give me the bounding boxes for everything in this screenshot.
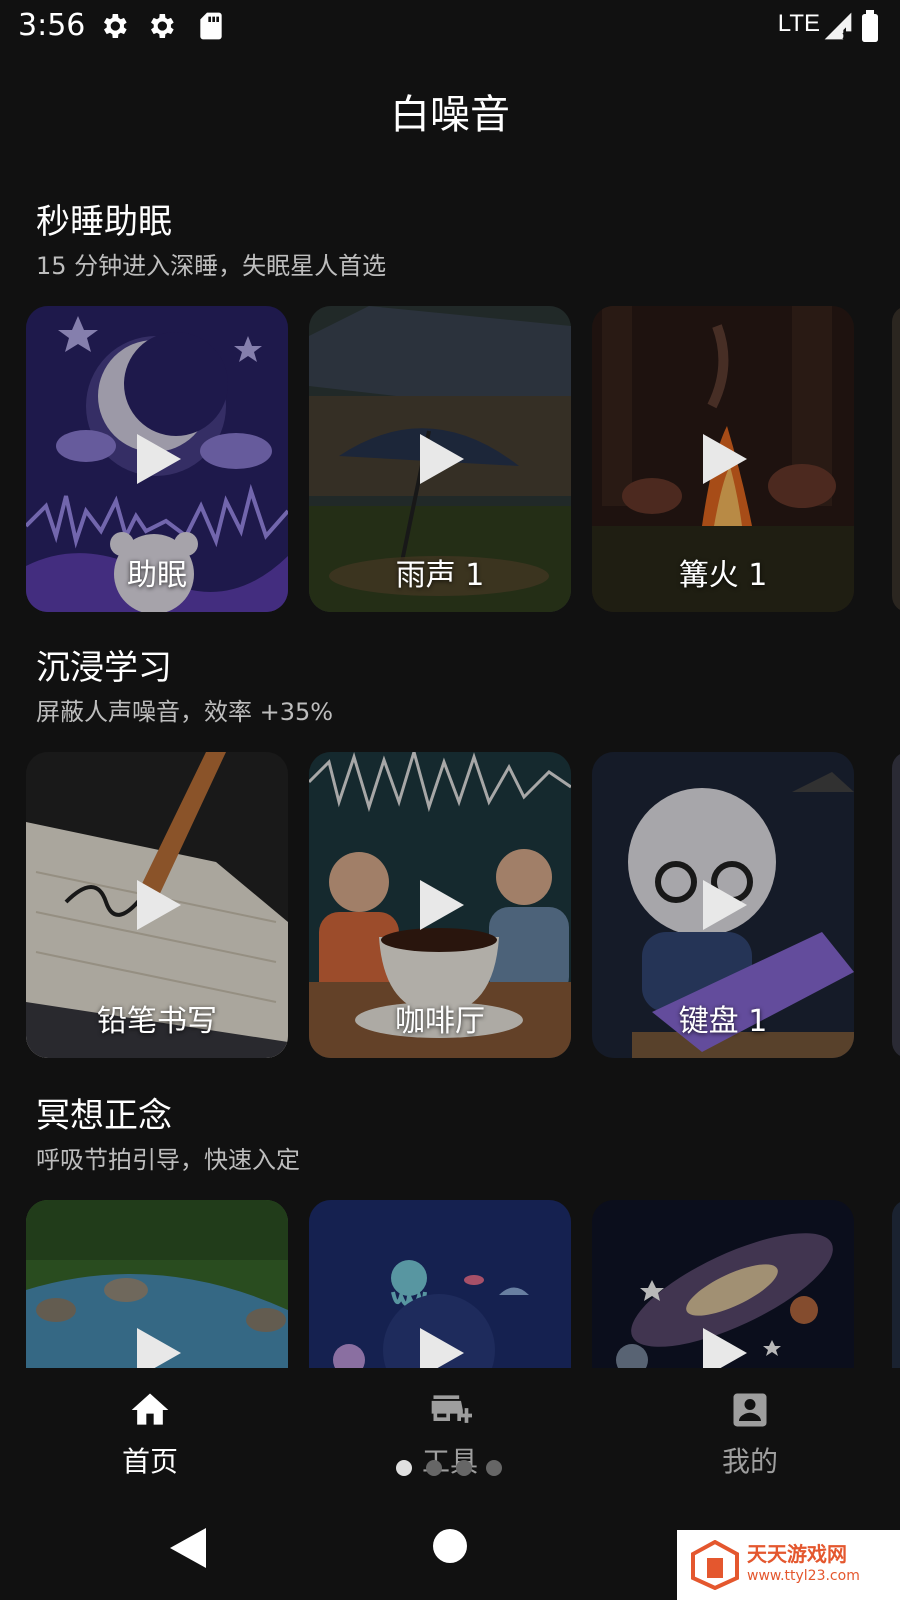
nav-item-home[interactable]: 首页 xyxy=(40,1368,260,1486)
nav-label-mine: 我的 xyxy=(721,1445,778,1478)
nav-item-mine[interactable]: 我的 xyxy=(640,1368,860,1486)
sound-card-keyboard[interactable]: 键盘 1 xyxy=(592,752,854,1058)
play-icon[interactable] xyxy=(137,434,181,484)
section-subtitle-sleep: 15 分钟进入深睡，失眠星人首选 xyxy=(36,252,387,280)
section-title-meditation: 冥想正念 xyxy=(36,1096,172,1136)
store-add-icon xyxy=(431,1395,472,1423)
play-icon[interactable] xyxy=(703,880,747,930)
gear-icon xyxy=(151,14,174,38)
gear-icon xyxy=(104,14,127,38)
page-indicator xyxy=(396,1460,506,1476)
card-label: 助眠 xyxy=(127,558,187,593)
back-icon[interactable] xyxy=(170,1528,206,1568)
watermark-url: www.ttyl23.com xyxy=(747,1568,860,1584)
page-dot xyxy=(426,1460,442,1476)
play-icon[interactable] xyxy=(137,1328,181,1368)
card-peek xyxy=(892,752,900,1058)
card-label: 篝火 1 xyxy=(678,558,768,593)
section-title-sleep: 秒睡助眠 xyxy=(36,202,172,242)
card-row-sleep[interactable]: 助眠 雨声 1 篝火 1 xyxy=(26,306,900,612)
page-dot xyxy=(486,1460,502,1476)
sound-card-sleep[interactable]: 助眠 xyxy=(26,306,288,612)
nav-label-home: 首页 xyxy=(121,1445,178,1478)
sound-card-cafe[interactable]: 咖啡厅 xyxy=(309,752,571,1058)
page-dot xyxy=(456,1460,472,1476)
account-box-icon xyxy=(733,1393,767,1427)
watermark-text: 天天游戏网 xyxy=(747,1542,847,1566)
play-icon[interactable] xyxy=(703,1328,747,1368)
home-icon xyxy=(131,1393,169,1425)
status-time: 3:56 xyxy=(18,8,86,43)
play-icon[interactable] xyxy=(703,434,747,484)
page-dot-active xyxy=(396,1460,412,1476)
home-circle-icon[interactable] xyxy=(432,1528,468,1564)
card-peek xyxy=(892,1200,900,1368)
card-row-meditation[interactable] xyxy=(26,1200,900,1368)
card-label: 键盘 1 xyxy=(678,1004,768,1039)
section-title-study: 沉浸学习 xyxy=(36,648,172,688)
signal-icon xyxy=(824,12,852,41)
sound-card-galaxy[interactable] xyxy=(592,1200,854,1368)
page-title: 白噪音 xyxy=(390,92,510,138)
sound-card-campfire[interactable]: 篝火 1 xyxy=(592,306,854,612)
card-label: 铅笔书写 xyxy=(97,1004,217,1039)
status-bar: 3:56 LTE xyxy=(0,0,900,52)
card-peek xyxy=(892,306,900,612)
play-icon[interactable] xyxy=(420,434,464,484)
section-subtitle-study: 屏蔽人声噪音，效率 +35% xyxy=(36,698,334,726)
sound-card-stream[interactable] xyxy=(26,1200,288,1368)
play-icon[interactable] xyxy=(420,880,464,930)
network-type: LTE xyxy=(777,10,820,37)
battery-icon xyxy=(862,10,878,42)
sound-card-pencil[interactable]: 铅笔书写 xyxy=(26,752,288,1058)
watermark-logo-icon xyxy=(691,1540,739,1590)
watermark: 天天游戏网 www.ttyl23.com xyxy=(677,1530,900,1600)
sound-card-rain[interactable]: 雨声 1 xyxy=(309,306,571,612)
play-icon[interactable] xyxy=(420,1328,464,1368)
section-subtitle-meditation: 呼吸节拍引导，快速入定 xyxy=(36,1146,300,1174)
sound-card-ocean[interactable] xyxy=(309,1200,571,1368)
card-row-study[interactable]: 铅笔书写 咖啡厅 键盘 1 xyxy=(26,752,900,1058)
sd-card-icon xyxy=(200,12,222,40)
play-icon[interactable] xyxy=(137,880,181,930)
card-label: 咖啡厅 xyxy=(395,1004,485,1039)
card-label: 雨声 1 xyxy=(395,558,485,593)
